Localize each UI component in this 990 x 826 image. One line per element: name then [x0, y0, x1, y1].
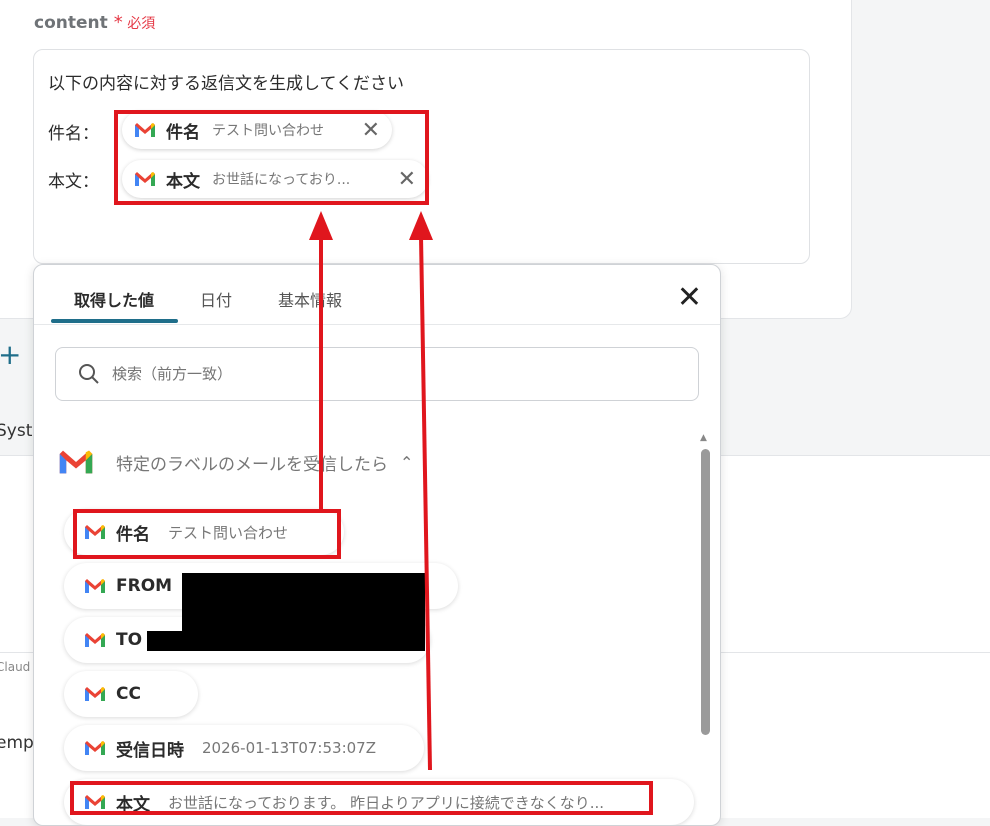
- arrow-body: [419, 235, 432, 771]
- annotation-arrows: [309, 211, 433, 771]
- arrowhead-body: [409, 211, 433, 240]
- arrowhead-subject: [309, 211, 333, 240]
